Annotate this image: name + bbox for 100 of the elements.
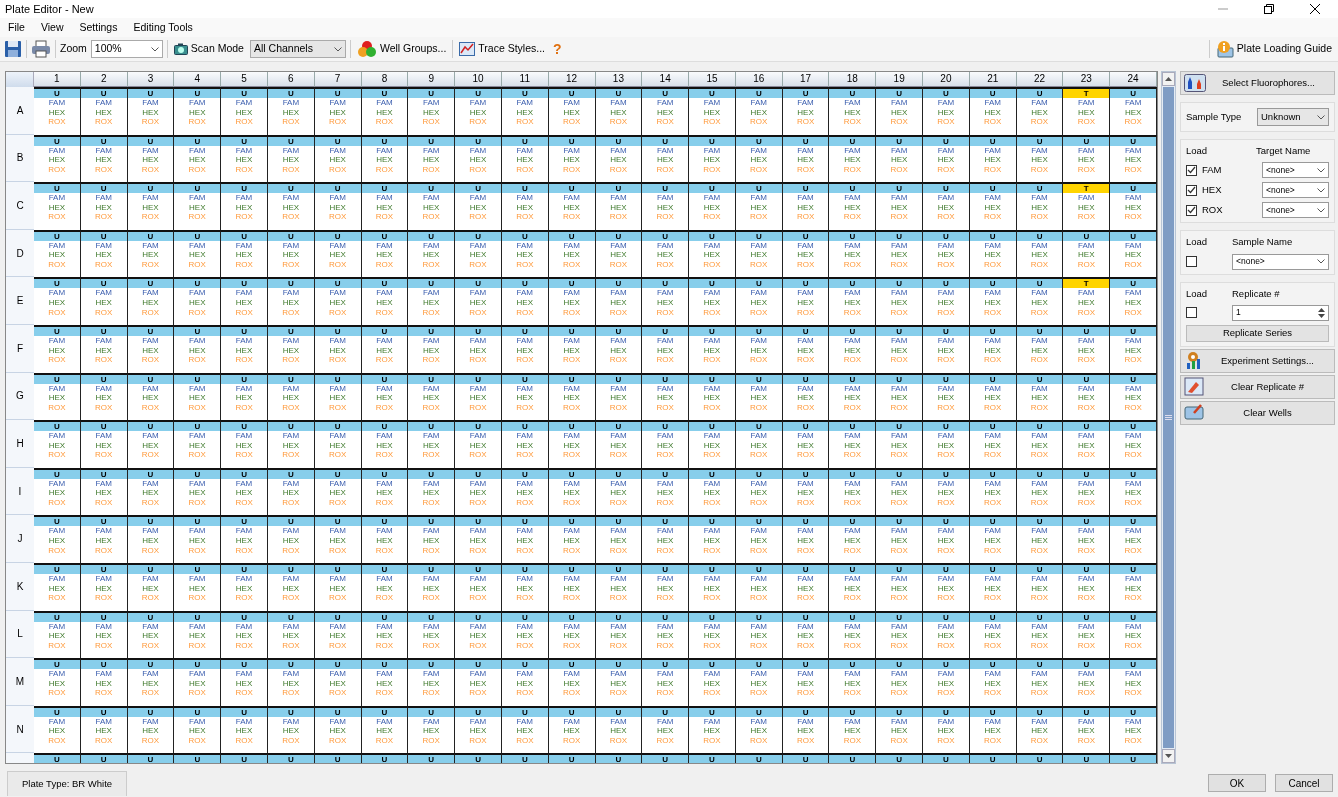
checkbox[interactable] (1186, 184, 1197, 196)
column-header[interactable]: 1 (34, 72, 81, 87)
column-header[interactable]: 13 (595, 72, 643, 87)
row-header[interactable]: M (6, 658, 34, 706)
dye-label: HEX (610, 155, 627, 165)
row-header[interactable]: H (6, 420, 34, 468)
row-header[interactable]: D (6, 229, 34, 278)
row-header[interactable]: B (6, 134, 34, 183)
target-name-dropdown[interactable]: <none> (1262, 182, 1329, 199)
checkbox[interactable] (1186, 204, 1197, 216)
column-header[interactable]: 5 (221, 72, 268, 87)
dye-label: ROX (984, 450, 1002, 460)
dye-label: HEX (95, 631, 112, 641)
row-header[interactable]: G (6, 372, 34, 421)
cancel-button[interactable]: Cancel (1275, 774, 1333, 792)
column-header[interactable]: 4 (174, 72, 222, 87)
column-header[interactable]: 21 (969, 72, 1017, 87)
column-header[interactable]: 2 (80, 72, 128, 87)
column-header[interactable]: 20 (923, 72, 970, 87)
scan-mode-button[interactable]: Scan Mode (171, 41, 246, 57)
scroll-down-button[interactable] (1162, 749, 1175, 763)
well-type-tag: U (782, 707, 829, 717)
row-header[interactable]: C (6, 182, 34, 230)
target-name-dropdown[interactable]: <none> (1262, 162, 1329, 179)
print-icon[interactable] (31, 40, 51, 58)
dye-label: FAM (235, 240, 253, 251)
checkbox[interactable] (1186, 307, 1197, 319)
trace-styles-button[interactable]: Trace Styles... (457, 41, 547, 57)
scrollbar-thumb[interactable] (1163, 87, 1174, 748)
well-type-tag: U (829, 517, 876, 527)
dye-label: HEX (469, 297, 487, 308)
scroll-up-button[interactable] (1162, 72, 1175, 86)
column-header[interactable]: 6 (267, 72, 315, 87)
well-type-tag: U (548, 231, 595, 241)
action-button[interactable]: Experiment Settings... (1180, 348, 1335, 373)
column-header[interactable]: 16 (735, 72, 783, 87)
column-header[interactable]: 22 (1016, 72, 1064, 87)
column-header[interactable]: 7 (314, 72, 362, 87)
dye-label: FAM (189, 669, 206, 679)
sample-type-dropdown[interactable]: Unknown (1257, 108, 1329, 126)
row-header[interactable]: A (6, 87, 34, 135)
ok-button[interactable]: OK (1208, 774, 1266, 792)
column-header[interactable]: 12 (548, 72, 596, 87)
dye-label: HEX (469, 440, 487, 451)
dye-label: ROX (95, 688, 113, 698)
row-header[interactable]: E (6, 277, 34, 325)
dye-label: FAM (329, 98, 346, 108)
spin-arrows-icon[interactable] (1318, 307, 1325, 318)
zoom-dropdown[interactable]: 100% (90, 40, 163, 58)
well-type-tag: U (923, 564, 969, 574)
save-icon[interactable] (4, 40, 22, 58)
column-header[interactable]: 15 (689, 72, 736, 87)
column-header[interactable]: 14 (642, 72, 690, 87)
column-header[interactable]: 17 (782, 72, 830, 87)
dye-label: HEX (329, 488, 346, 498)
well-type-tag: U (782, 469, 829, 479)
column-header[interactable]: 23 (1063, 72, 1111, 87)
column-header[interactable]: 9 (408, 72, 456, 87)
row-header[interactable]: F (6, 324, 34, 373)
row-header[interactable]: I (6, 467, 34, 516)
dye-label: HEX (142, 107, 159, 118)
column-header[interactable]: 10 (455, 72, 502, 87)
dye-label: ROX (656, 735, 674, 746)
menu-item[interactable]: View (40, 19, 64, 36)
sample-name-dropdown[interactable]: <none> (1232, 253, 1329, 270)
checkbox[interactable] (1186, 256, 1197, 267)
action-button[interactable]: Clear Replicate # (1180, 374, 1335, 399)
well-type-tag: U (80, 564, 127, 574)
well-groups-button[interactable]: Well Groups... (354, 40, 449, 58)
well-type-tag: U (80, 89, 127, 98)
restore-icon[interactable] (1264, 4, 1274, 14)
column-header[interactable]: 18 (829, 72, 877, 87)
dye-label: ROX (469, 117, 487, 127)
checkbox[interactable] (1186, 164, 1197, 176)
menu-item[interactable]: Settings (79, 19, 118, 36)
column-header[interactable]: 11 (501, 72, 549, 87)
column-header[interactable]: 19 (876, 72, 924, 87)
plate-loading-guide-button[interactable]: Plate Loading Guide (1213, 40, 1334, 58)
dye-label: FAM (890, 335, 908, 346)
menu-item[interactable]: File (8, 19, 25, 36)
dye-label: HEX (516, 107, 534, 118)
close-icon[interactable] (1310, 4, 1320, 14)
target-name-dropdown[interactable]: <none> (1262, 202, 1329, 219)
column-header[interactable]: 8 (361, 72, 409, 87)
column-header[interactable]: 24 (1110, 72, 1157, 87)
plate-type-tab[interactable]: Plate Type: BR White (7, 770, 128, 796)
column-header[interactable]: 3 (127, 72, 175, 87)
row-header[interactable]: L (6, 610, 34, 659)
scan-mode-dropdown[interactable]: All Channels (249, 40, 346, 58)
row-header[interactable]: J (6, 515, 34, 563)
replicate-spinner[interactable]: 1 (1232, 304, 1329, 321)
dye-label: FAM (750, 145, 767, 156)
row-header[interactable]: N (6, 705, 34, 754)
select-fluorophores-button[interactable]: Select Fluorophores... (1180, 71, 1335, 95)
action-button[interactable]: Clear Wells (1180, 400, 1335, 425)
replicate-series-button[interactable]: Replicate Series (1186, 324, 1329, 342)
menu-item[interactable]: Editing Tools (133, 19, 193, 36)
row-header[interactable]: K (6, 562, 34, 611)
dye-label: FAM (48, 669, 66, 679)
dye-label: ROX (609, 307, 628, 318)
